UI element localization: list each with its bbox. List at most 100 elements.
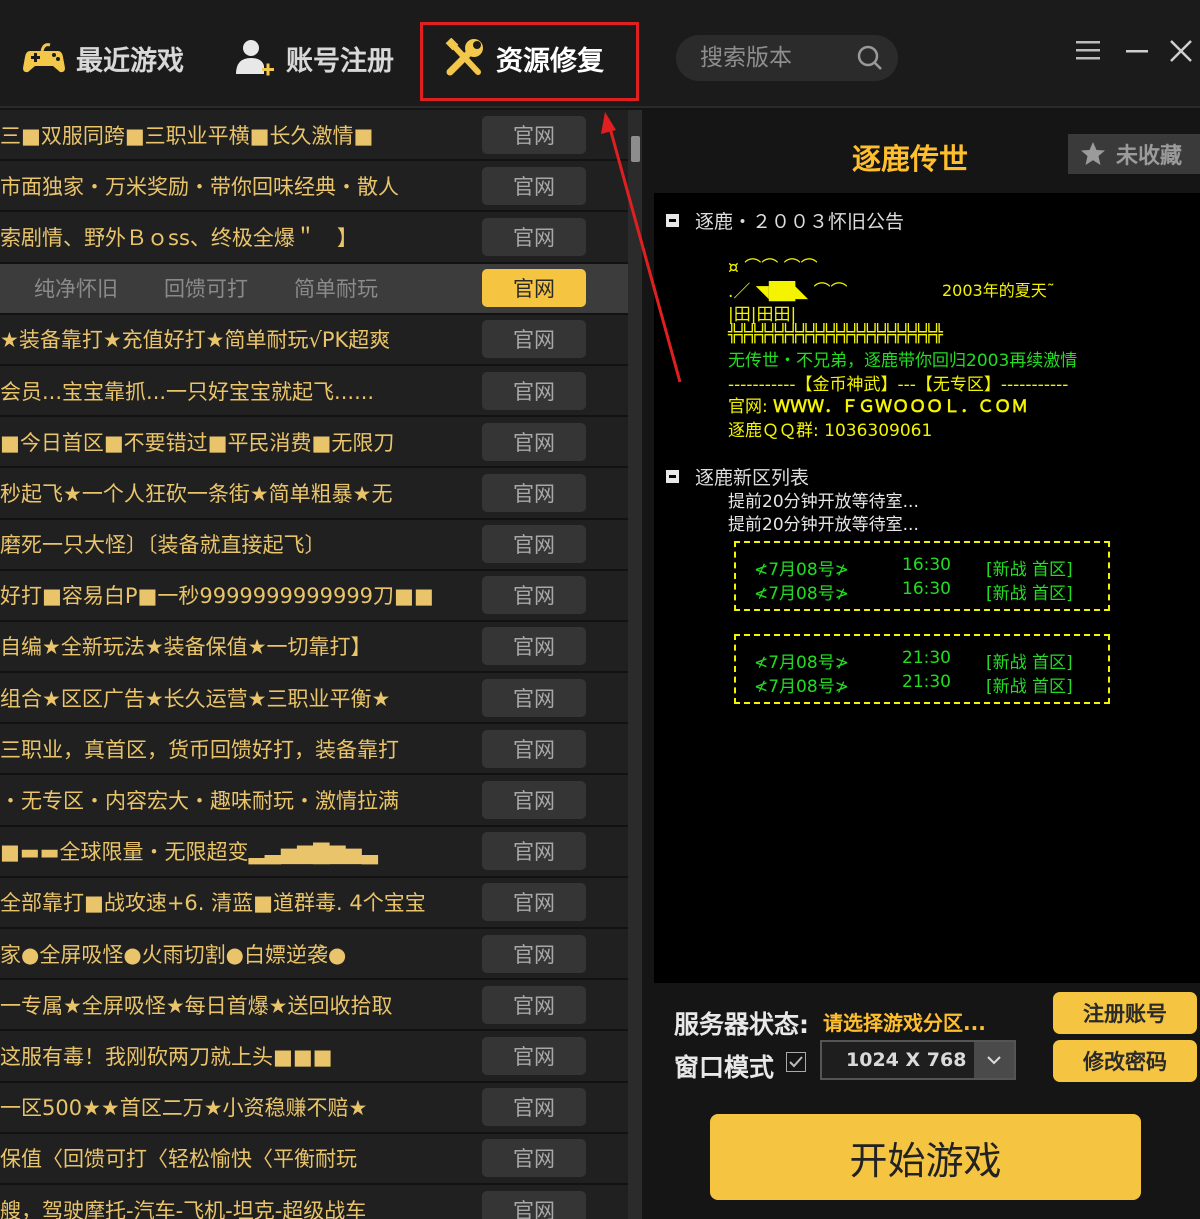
website-button[interactable]: 官网 [482,627,586,666]
list-item[interactable]: 自编★全新玩法★装备保值★一切靠打】 官网 [0,621,628,674]
server-title: 家●全屏吸怪●火雨切割●白嫖逆袭● [0,942,347,967]
ascii-art-line: ¤ ⌒⌒ ⌒⌒ [728,258,818,278]
website-button[interactable]: 官网 [482,678,586,717]
list-item[interactable]: 这服有毒！我刚砍两刀就上头■■■ 官网 [0,1031,628,1083]
list-item[interactable]: 保值〈回馈可打〈轻松愉快〈平衡耐玩 官网 [0,1133,628,1185]
website-button[interactable]: 官网 [482,371,586,410]
website-button[interactable]: 官网 [482,269,586,308]
wait-notice: 提前20分钟开放等待室... [728,492,919,512]
search-box[interactable] [676,35,898,81]
website-button[interactable]: 官网 [482,320,586,359]
server-title: 组合★区区广告★长久运营★三职业平衡★ [0,686,391,711]
list-scrollbar[interactable] [628,110,642,1219]
notice-slogan: 无传世・不兄弟，逐鹿带你回归2003再续激情 [728,351,1078,371]
website-button[interactable]: 官网 [482,1139,586,1178]
list-item[interactable]: 一区500★★首区二万★小资稳赚不赔★ 官网 [0,1082,628,1134]
schedule-row: ≮7月08号≯ 21:30 [新战 首区] [754,672,1098,697]
list-item[interactable]: ■今日首区■不要错过■平民消费■无限刀 官网 [0,417,628,469]
list-item[interactable]: 三职业，真首区，货币回馈好打，装备靠打 官网 [0,724,628,776]
list-item[interactable]: 家●全屏吸怪●火雨切割●白嫖逆袭● 官网 [0,929,628,981]
scrollbar-thumb[interactable] [631,136,640,162]
server-tag: 简单耐玩 [294,277,378,302]
server-title: 这服有毒！我刚砍两刀就上头■■■ [0,1044,333,1069]
list-item[interactable]: ・无专区・内容宏大・趣味耐玩・激情拉满 官网 [0,775,628,827]
menu-icon[interactable] [1074,38,1102,64]
dropdown-button[interactable] [974,1042,1014,1078]
list-item[interactable]: 一专属★全屏吸怪★每日首爆★送回收拾取 官网 [0,980,628,1032]
list-item[interactable]: 秒起飞★一个人狂砍一条街★简单粗暴★无 官网 [0,468,628,520]
schedule-row: ≮7月08号≯ 16:30 [新战 首区] [754,555,1098,580]
schedule-row: ≮7月08号≯ 21:30 [新战 首区] [754,648,1098,673]
list-item[interactable]: 组合★区区广告★长久运营★三职业平衡★ 官网 [0,673,628,725]
close-icon[interactable] [1168,38,1194,64]
list-item[interactable]: 全部靠打■战攻速+6. 清蓝■道群毒. 4个宝宝 官网 [0,877,628,929]
schedule-zone: [新战 首区] [986,677,1073,697]
new-list-section-header[interactable]: 逐鹿新区列表 [666,463,809,490]
website-button[interactable]: 官网 [482,166,586,205]
schedule-date: ≮7月08号≯ [754,677,849,697]
qq-label: 逐鹿ＱＱ群: [728,421,819,441]
list-item[interactable]: ■▬▬全球限量・无限超变▂▃▅▆▇▆▅▃ 官网 [0,826,628,878]
notice-section-header[interactable]: 逐鹿・２００３怀旧公告 [666,207,904,234]
website-button[interactable]: 官网 [482,729,586,768]
server-title: 秒起飞★一个人狂砍一条街★简单粗暴★无 [0,481,393,506]
notice-qq-line: 逐鹿ＱＱ群: 1036309061 [728,416,932,441]
website-button[interactable]: 官网 [482,217,586,256]
add-user-icon [236,40,274,76]
minimize-icon[interactable] [1124,38,1150,64]
wait-notice: 提前20分钟开放等待室... [728,515,919,535]
start-game-button[interactable]: 开始游戏 [710,1114,1141,1200]
website-button[interactable]: 官网 [482,115,586,154]
chevron-down-icon [987,1056,1001,1065]
server-title: 磨死一只大怪〕〔装备就直接起飞〕 [0,533,326,558]
search-icon[interactable] [856,44,884,72]
collapse-icon[interactable] [666,470,679,483]
register-account-button[interactable]: 注册账号 [1053,992,1197,1034]
list-item[interactable]: 艘，驾驶摩托-汽车-飞机-坦克-超级战车 官网 [0,1184,628,1219]
website-button[interactable]: 官网 [482,422,586,461]
detail-panel: 逐鹿传世 未收藏 逐鹿・２００３怀旧公告 ¤ ⌒⌒ ⌒⌒ .／ ◥██◣ ⌒⌒ … [642,110,1200,1219]
favorite-button[interactable]: 未收藏 [1068,134,1200,174]
server-title: 一专属★全屏吸怪★每日首爆★送回收拾取 [0,993,393,1018]
server-title: 自编★全新玩法★装备保值★一切靠打】 [0,635,372,660]
website-button[interactable]: 官网 [482,781,586,820]
nav-register[interactable]: 账号注册 [234,30,394,86]
list-item-selected[interactable]: 纯净怀旧 回馈可打 简单耐玩 官网 [0,263,628,315]
nav-recent-games[interactable]: 最近游戏 [22,30,184,86]
server-tags: 纯净怀旧 回馈可打 简单耐玩 [0,273,482,303]
schedule-table: ≮7月08号≯ 16:30 [新战 首区] ≮7月08号≯ 16:30 [新战 首区] [734,541,1110,611]
website-button[interactable]: 官网 [482,1190,586,1219]
list-item[interactable]: 索剧情、野外Ｂｏss、终极全爆＂ 】 官网 [0,212,628,264]
server-title: 索剧情、野外Ｂｏss、终极全爆＂ 】 [0,225,358,250]
website-link[interactable]: ＷＷＷ．ＦＧＷＯＯＯＬ．ＣＯＭ [773,397,1028,417]
server-title: 市面独家・万米奖励・带你回味经典・散人 [0,174,399,199]
window-mode-checkbox[interactable] [786,1052,806,1072]
website-button[interactable]: 官网 [482,832,586,871]
collapse-icon[interactable] [666,214,679,227]
resolution-select[interactable]: 1024 X 768 [820,1040,1016,1080]
notice-board: 逐鹿・２００３怀旧公告 ¤ ⌒⌒ ⌒⌒ .／ ◥██◣ ⌒⌒ 2003年的夏天˜… [654,193,1200,983]
website-button[interactable]: 官网 [482,934,586,973]
server-title: 保值〈回馈可打〈轻松愉快〈平衡耐玩 [0,1147,357,1172]
website-button[interactable]: 官网 [482,576,586,615]
list-item[interactable]: 好打■容易白P■一秒9999999999999刀■■ 官网 [0,570,628,622]
ascii-art-ground: ╬╬╬╬╬╬╬╬╬╬╬╬╬╬╬╬╬╬╬╬╬ [728,324,943,344]
schedule-date: ≮7月08号≯ [754,653,849,673]
list-item[interactable]: ★装备靠打★充值好打★简单耐玩√PK超爽 官网 [0,314,628,366]
top-bar: 最近游戏 账号注册 资源修复 [0,0,1200,108]
server-title: ・无专区・内容宏大・趣味耐玩・激情拉满 [0,789,399,814]
website-button[interactable]: 官网 [482,883,586,922]
website-button[interactable]: 官网 [482,525,586,564]
list-item[interactable]: 磨死一只大怪〕〔装备就直接起飞〕 官网 [0,519,628,571]
notice-title: 逐鹿・２００３怀旧公告 [695,211,905,233]
website-button[interactable]: 官网 [482,473,586,512]
change-password-button[interactable]: 修改密码 [1053,1040,1197,1082]
search-input[interactable] [700,45,860,71]
server-title: 三■双服同跨■三职业平横■长久激情■ [0,123,374,148]
list-item[interactable]: 三■双服同跨■三职业平横■长久激情■ 官网 [0,110,628,162]
list-item[interactable]: 市面独家・万米奖励・带你回味经典・散人 官网 [0,161,628,213]
website-button[interactable]: 官网 [482,1036,586,1075]
list-item[interactable]: 会员...宝宝靠抓...一只好宝宝就起飞...... 官网 [0,365,628,418]
website-button[interactable]: 官网 [482,985,586,1024]
website-button[interactable]: 官网 [482,1088,586,1127]
